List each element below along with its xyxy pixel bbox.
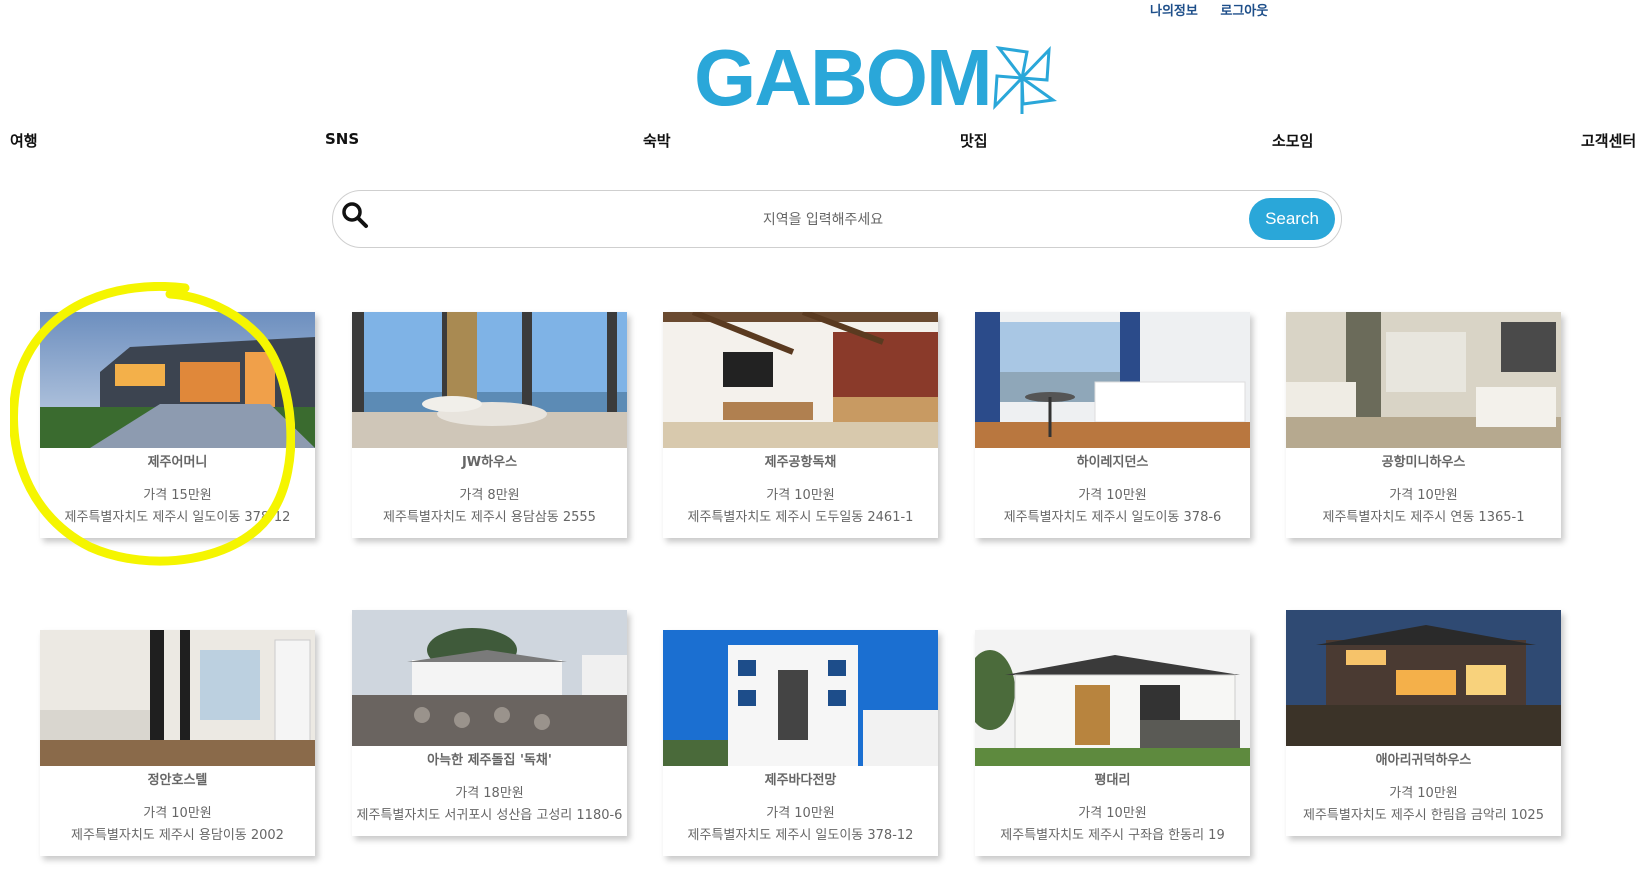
nav-lodging[interactable]: 숙박 — [643, 130, 671, 151]
listing-price: 가격 18만원 — [455, 786, 524, 801]
listing-address: 제주특별자치도 제주시 구좌읍 한동리 19 — [1000, 828, 1225, 843]
listing-card[interactable]: 아늑한 제주돌집 '독채' 가격 18만원 제주특별자치도 서귀포시 성산읍 고… — [352, 610, 627, 836]
listing-name: 아늑한 제주돌집 '독채' — [427, 753, 552, 768]
listing-address: 제주특별자치도 제주시 용담삼동 2555 — [383, 510, 596, 525]
listing-name: 하이레지던스 — [1076, 455, 1149, 470]
listing-address: 제주특별자치도 제주시 연동 1365-1 — [1322, 510, 1525, 525]
listing-price: 가격 10만원 — [1389, 786, 1458, 801]
listing-photo — [1286, 610, 1561, 746]
listing-price: 가격 10만원 — [1389, 488, 1458, 503]
listing-photo — [663, 630, 938, 766]
listing-photo — [40, 312, 315, 448]
listing-photo — [1286, 312, 1561, 448]
listing-name: 제주공항독채 — [764, 455, 837, 470]
listing-photo — [352, 610, 627, 746]
search-icon[interactable] — [341, 201, 369, 229]
top-menu: 나의정보 로그아웃 — [1150, 0, 1286, 19]
search-bar: Search — [332, 190, 1342, 248]
listing-price: 가격 10만원 — [766, 806, 835, 821]
pinwheel-icon — [992, 45, 1057, 114]
listing-photo — [975, 312, 1250, 448]
listing-address: 제주특별자치도 제주시 일도이동 378-6 — [1003, 510, 1222, 525]
listing-card[interactable]: 정안호스텔 가격 10만원 제주특별자치도 제주시 용담이동 2002 — [40, 630, 315, 856]
listing-price: 가격 10만원 — [1078, 488, 1147, 503]
listing-address: 제주특별자치도 제주시 도두일동 2461-1 — [687, 510, 914, 525]
listing-photo — [663, 312, 938, 448]
logo-text: GABOM — [694, 33, 993, 122]
nav-customer-center[interactable]: 고객센터 — [1581, 130, 1636, 151]
listing-card[interactable]: 애아리귀덕하우스 가격 10만원 제주특별자치도 제주시 한림읍 금악리 102… — [1286, 610, 1561, 836]
listing-card[interactable]: 제주바다전망 가격 10만원 제주특별자치도 제주시 일도이동 378-12 — [663, 630, 938, 856]
search-button[interactable]: Search — [1249, 198, 1335, 240]
listing-name: 평대리 — [1094, 773, 1131, 788]
my-info-link[interactable]: 나의정보 — [1150, 4, 1198, 19]
listing-name: 제주바다전망 — [764, 773, 837, 788]
listing-card[interactable]: JW하우스 가격 8만원 제주특별자치도 제주시 용담삼동 2555 — [352, 312, 627, 538]
listing-card[interactable]: 제주어머니 가격 15만원 제주특별자치도 제주시 일도이동 378-12 — [40, 312, 315, 538]
listing-photo — [40, 630, 315, 766]
nav-restaurants[interactable]: 맛집 — [960, 130, 988, 151]
listing-card[interactable]: 공항미니하우스 가격 10만원 제주특별자치도 제주시 연동 1365-1 — [1286, 312, 1561, 538]
site-logo[interactable]: GABOM — [694, 38, 1057, 118]
listing-photo — [352, 312, 627, 448]
nav-sns[interactable]: SNS — [325, 130, 359, 148]
listing-name: 공항미니하우스 — [1381, 455, 1466, 470]
listing-photo — [975, 630, 1250, 766]
logout-link[interactable]: 로그아웃 — [1220, 4, 1268, 19]
listing-price: 가격 10만원 — [1078, 806, 1147, 821]
listing-address: 제주특별자치도 제주시 일도이동 378-12 — [64, 510, 291, 525]
search-input[interactable] — [381, 203, 1265, 237]
listing-price: 가격 8만원 — [459, 488, 520, 503]
listing-address: 제주특별자치도 제주시 한림읍 금악리 1025 — [1303, 808, 1544, 823]
listing-card[interactable]: 평대리 가격 10만원 제주특별자치도 제주시 구좌읍 한동리 19 — [975, 630, 1250, 856]
listing-card[interactable]: 하이레지던스 가격 10만원 제주특별자치도 제주시 일도이동 378-6 — [975, 312, 1250, 538]
nav-travel[interactable]: 여행 — [10, 130, 38, 151]
listing-address: 제주특별자치도 제주시 일도이동 378-12 — [687, 828, 914, 843]
listing-name: 제주어머니 — [147, 455, 208, 470]
listing-card[interactable]: 제주공항독채 가격 10만원 제주특별자치도 제주시 도두일동 2461-1 — [663, 312, 938, 538]
listing-name: JW하우스 — [461, 455, 518, 470]
listing-address: 제주특별자치도 서귀포시 성산읍 고성리 1180-6 — [356, 808, 623, 823]
listing-name: 애아리귀덕하우스 — [1375, 753, 1472, 768]
listing-name: 정안호스텔 — [147, 773, 208, 788]
listing-price: 가격 15만원 — [143, 488, 212, 503]
listing-address: 제주특별자치도 제주시 용담이동 2002 — [71, 828, 284, 843]
nav-clubs[interactable]: 소모임 — [1272, 130, 1313, 151]
listing-price: 가격 10만원 — [143, 806, 212, 821]
listing-price: 가격 10만원 — [766, 488, 835, 503]
